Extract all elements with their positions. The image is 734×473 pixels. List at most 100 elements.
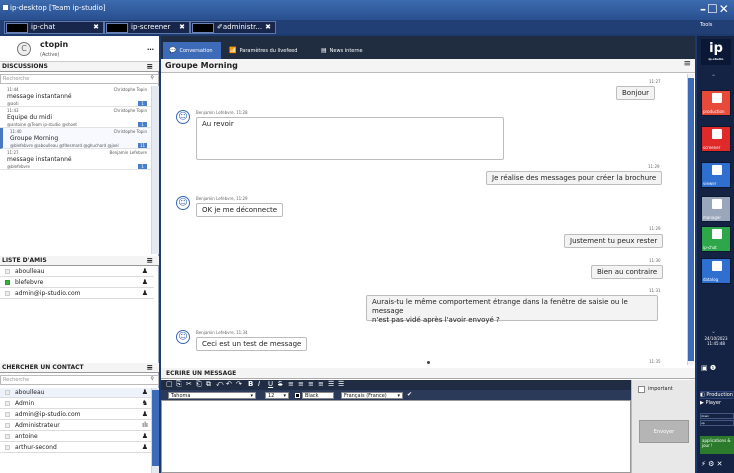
conversation-menu-icon[interactable]: ≡ xyxy=(683,59,691,69)
justify-icon[interactable]: ≡ xyxy=(318,380,324,388)
message-time: 11:31 xyxy=(649,288,661,293)
friend-item[interactable]: aboulleau ♟ xyxy=(0,267,154,277)
menu-icon[interactable]: ≡ xyxy=(146,363,153,372)
align-right-icon[interactable]: ≡ xyxy=(308,380,314,388)
paste-special-icon[interactable]: ⧉ xyxy=(206,380,211,389)
sidebar-item-datalog[interactable]: datalog xyxy=(701,258,731,284)
user-icon: ♟ xyxy=(141,278,148,286)
discussions-search-input[interactable]: Recherche ⚲ xyxy=(0,74,159,84)
window-tab-administrateur[interactable]: ✐administr... ✖ xyxy=(190,21,276,34)
scrollbar-thumb[interactable] xyxy=(152,390,159,466)
color-swatch[interactable] xyxy=(295,393,300,398)
font-family-select[interactable]: Tahoma ▾ xyxy=(168,392,256,399)
font-color-select[interactable]: Black xyxy=(302,392,334,399)
sidebar-item-viewer[interactable]: viewer xyxy=(701,162,731,188)
contact-item[interactable]: aboulleau ♟ xyxy=(0,388,154,398)
search-icon[interactable]: ⚲ xyxy=(150,376,154,382)
avatar[interactable]: C xyxy=(17,42,31,56)
copy-icon[interactable]: ⎘ xyxy=(176,380,182,389)
sidebar-item-ip-chat[interactable]: ip-chat xyxy=(701,226,731,252)
contact-item[interactable]: antoine ♟ xyxy=(0,432,154,442)
production-row[interactable]: ◧ Production xyxy=(700,391,734,399)
chevron-down-icon[interactable]: ⌄ xyxy=(711,328,716,335)
presence-icon xyxy=(5,269,10,274)
align-center-icon[interactable]: ≡ xyxy=(298,380,304,388)
align-left-icon[interactable]: ≡ xyxy=(288,380,294,388)
underline-button[interactable]: U xyxy=(268,380,273,388)
section-title: DISCUSSIONS xyxy=(2,63,48,70)
send-button[interactable]: Envoyer xyxy=(639,420,689,443)
apps-update-button[interactable]: applications & jour ! xyxy=(700,436,734,454)
window-tab-ip-screener[interactable]: ip-screener ✖ xyxy=(104,21,190,34)
datalog-icon xyxy=(712,261,722,271)
undo-icon[interactable]: ↶ xyxy=(226,380,232,388)
italic-button[interactable]: I xyxy=(258,380,260,388)
user-icon: ♟ xyxy=(141,443,148,451)
window-tab-ip-chat[interactable]: ip-chat ✖ xyxy=(4,21,104,34)
compose-header: ECRIRE UN MESSAGE xyxy=(161,368,695,379)
user-menu-button[interactable]: … xyxy=(147,44,154,52)
language-select[interactable]: Français (France) ▾ xyxy=(341,392,403,399)
chevron-up-icon[interactable]: ⌃ xyxy=(711,74,716,81)
new-doc-icon[interactable]: ▢ xyxy=(166,380,173,388)
scrollbar-thumb[interactable] xyxy=(688,78,694,361)
contact-item[interactable]: arthur-second ♟ xyxy=(0,443,154,453)
list-item[interactable]: 11:27 Benjamin Lefebvre message instanta… xyxy=(0,149,154,170)
close-icon[interactable]: ✖ xyxy=(93,23,99,31)
presence-icon xyxy=(5,423,10,428)
unread-badge: 1 xyxy=(138,122,147,127)
close-icon[interactable]: ✖ xyxy=(179,23,185,31)
spellcheck-icon[interactable]: ✔ xyxy=(407,391,412,398)
contact-item[interactable]: admin@ip-studio.com ♟ xyxy=(0,410,154,420)
tab-conversation[interactable]: 💬 Conversation xyxy=(163,42,221,59)
select-value: Tahoma xyxy=(171,393,191,399)
tab-label: ip-screener xyxy=(131,23,171,31)
tab-internal-news[interactable]: ▤ News interne xyxy=(315,42,375,59)
search-icon[interactable]: ⚲ xyxy=(150,75,154,81)
item-tags: @blefebvre @aboulleau @fdesmard @ghuchar… xyxy=(10,143,119,148)
close-icon[interactable]: ✖ xyxy=(265,23,271,31)
sidebar-item-production[interactable]: production xyxy=(701,90,731,116)
contact-item[interactable]: Admin ♞ xyxy=(0,399,154,409)
paste-icon[interactable]: ⎗ xyxy=(196,380,202,389)
menu-icon[interactable]: ≡ xyxy=(146,62,153,71)
player-row[interactable]: ▶ Player xyxy=(700,400,734,409)
bullet-list-icon[interactable]: ☰ xyxy=(328,380,334,388)
numbered-list-icon[interactable]: ☰ xyxy=(338,380,344,388)
contact-item[interactable]: Administrateur ılı xyxy=(0,421,154,431)
strikethrough-button[interactable]: S xyxy=(278,380,282,388)
cut-icon[interactable]: ✂ xyxy=(186,380,192,388)
message-bubble: Je réalise des messages pour créer la br… xyxy=(486,171,663,185)
admin-icon: ılı xyxy=(142,421,148,429)
contacts-header: CHERCHER UN CONTACT ≡ xyxy=(0,363,159,373)
manager-icon xyxy=(712,199,722,209)
contacts-scrollbar[interactable] xyxy=(151,388,159,473)
clear-format-icon[interactable]: ⤺ xyxy=(216,380,223,389)
tab-livefeed-settings[interactable]: 📶 Paramètres du livefeed xyxy=(223,42,313,59)
list-item[interactable]: 11:43 Christophe Topin Equipe du midi @a… xyxy=(0,107,154,128)
tools-label[interactable]: Tools xyxy=(700,22,712,28)
friend-item[interactable]: blefebvre ♟ xyxy=(0,278,154,288)
contact-name: aboulleau xyxy=(15,389,45,396)
menu-icon[interactable]: ≡ xyxy=(146,256,153,265)
tab-thumbnail xyxy=(192,23,214,33)
window-controls[interactable]: –☐✕ xyxy=(700,2,730,16)
redo-icon[interactable]: ↷ xyxy=(236,380,242,388)
bold-button[interactable]: B xyxy=(248,380,253,388)
important-checkbox[interactable] xyxy=(638,386,645,393)
message-meta: Benjamin Lefebvre, 11:34 xyxy=(196,330,248,335)
friend-name: blefebvre xyxy=(15,279,44,286)
sidebar-item-manager[interactable]: manager xyxy=(701,196,731,222)
message-scrollbar[interactable] xyxy=(687,74,694,365)
font-size-select[interactable]: 12 ▾ xyxy=(265,392,289,399)
list-item[interactable]: 11:44 Christophe Topin message instantan… xyxy=(0,86,154,107)
sidebar-item-screener[interactable]: screener xyxy=(701,126,731,152)
list-item-active[interactable]: 11:40 Christophe Topin Groupe Morning @b… xyxy=(0,128,154,149)
status-icons[interactable]: ▣ ❶ xyxy=(701,364,716,372)
upload-meter: up xyxy=(700,420,734,426)
message-input[interactable] xyxy=(161,400,631,473)
contacts-search-input[interactable]: Recherche ⚲ xyxy=(0,375,159,385)
friend-item[interactable]: admin@ip-studio.com ♟ xyxy=(0,289,154,299)
discussions-scrollbar[interactable] xyxy=(151,86,159,254)
bottom-icons[interactable]: ⚡ ⚙ ✕ xyxy=(701,460,723,468)
